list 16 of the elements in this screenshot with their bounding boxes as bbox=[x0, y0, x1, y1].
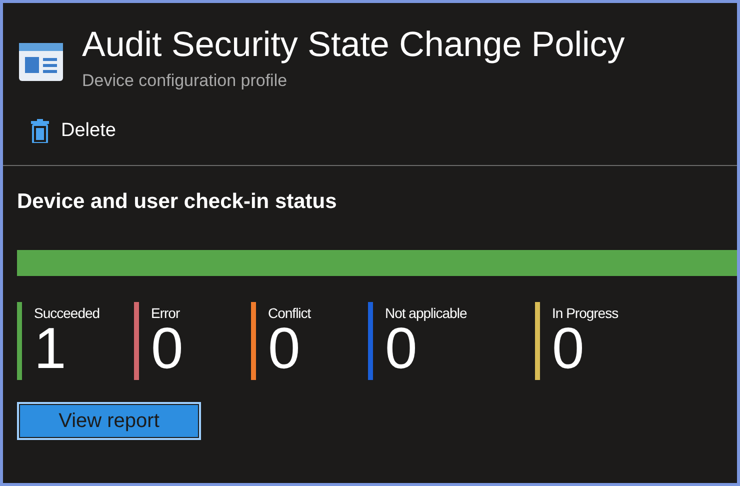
section-title: Device and user check-in status bbox=[17, 190, 338, 214]
trash-icon bbox=[31, 119, 49, 143]
status-count: 0 bbox=[552, 321, 584, 377]
status-label: In Progress bbox=[552, 305, 618, 321]
status-label: Conflict bbox=[268, 305, 311, 321]
page-subtitle: Device configuration profile bbox=[82, 71, 288, 91]
status-count: 0 bbox=[385, 321, 418, 377]
status-count: 0 bbox=[151, 321, 184, 377]
delete-button[interactable]: Delete bbox=[31, 119, 116, 143]
status-count: 0 bbox=[268, 321, 300, 377]
page-title: Audit Security State Change Policy bbox=[82, 25, 625, 65]
status-count: 1 bbox=[34, 321, 66, 377]
status-label: Succeeded bbox=[34, 305, 100, 321]
status-label: Not applicable bbox=[385, 305, 467, 321]
status-label: Error bbox=[151, 305, 181, 321]
view-report-button[interactable]: View report bbox=[17, 402, 201, 440]
